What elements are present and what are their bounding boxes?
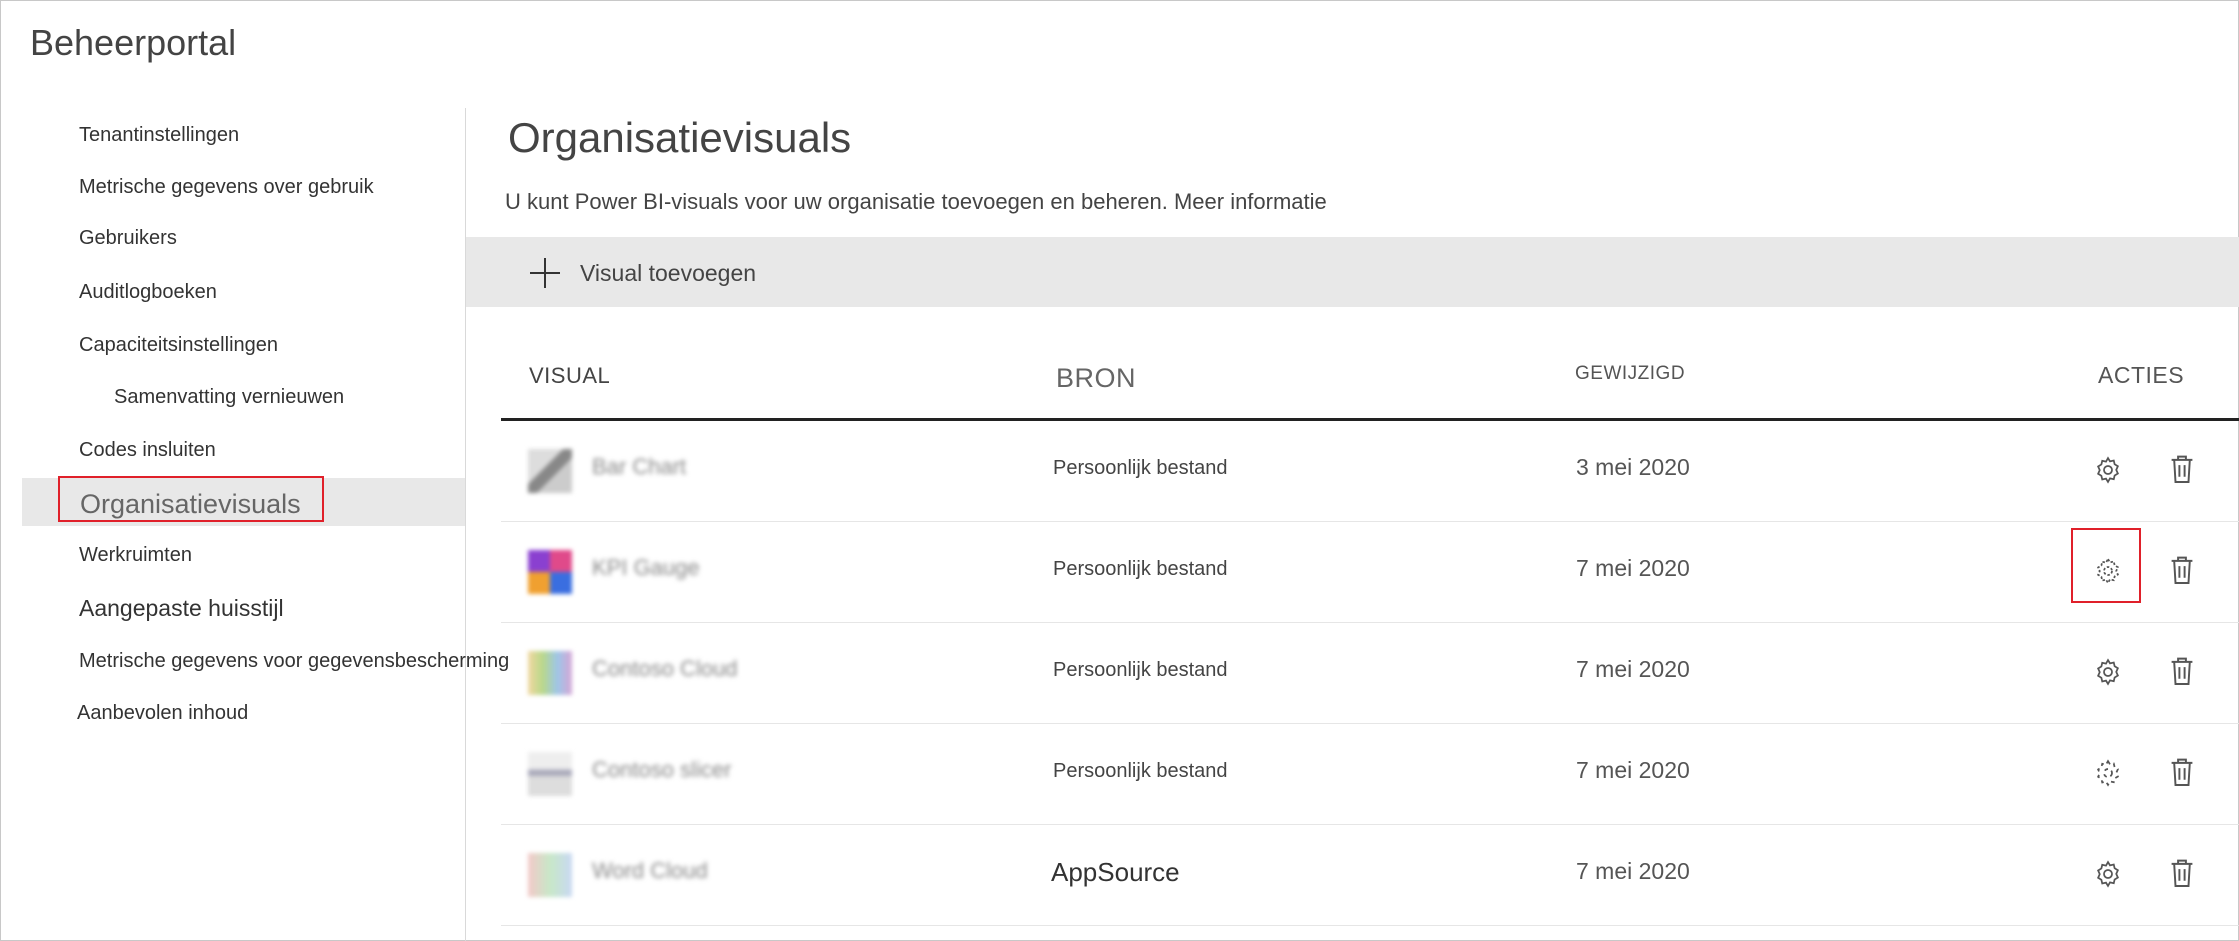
add-visual-label: Visual toevoegen [580, 259, 757, 286]
visual-thumbnail [528, 651, 572, 695]
sidebar-item-codes-insluiten[interactable]: Codes insluiten [79, 439, 216, 462]
description-text: U kunt Power BI-visuals voor uw organisa… [505, 189, 1168, 214]
sidebar-item-protection-metrics[interactable]: Metrische gegevens voor gegevensbescherm… [79, 650, 509, 673]
page-description: U kunt Power BI-visuals voor uw organisa… [505, 189, 1327, 215]
visual-source: Persoonlijk bestand [1053, 760, 1228, 782]
add-visual-button[interactable]: Visual toevoegen [530, 253, 756, 293]
sidebar-item-gebruikers[interactable]: Gebruikers [79, 227, 177, 250]
sidebar-item-auditlogboeken[interactable]: Auditlogboeken [79, 281, 217, 304]
visual-name: KPI Gauge [592, 555, 700, 580]
trash-icon[interactable] [2169, 554, 2195, 586]
visual-name: Contoso slicer [592, 757, 732, 782]
trash-icon[interactable] [2169, 756, 2195, 788]
visual-thumbnail [528, 752, 572, 796]
visual-thumbnail [528, 853, 572, 897]
gear-highlight-box [2071, 528, 2141, 603]
visual-thumbnail [528, 550, 572, 594]
trash-icon[interactable] [2169, 655, 2195, 687]
column-header-gewijzigd[interactable]: GEWIJZIGD [1575, 363, 1685, 385]
table-row: KPI Gauge Persoonlijk bestand 7 mei 2020 [501, 522, 2239, 623]
gear-icon[interactable] [2093, 657, 2123, 687]
table-row: Contoso slicer Persoonlijk bestand 7 mei… [501, 724, 2239, 825]
column-header-visual[interactable]: VISUAL [529, 363, 610, 389]
trash-icon[interactable] [2169, 453, 2195, 485]
visual-modified: 7 mei 2020 [1576, 757, 1690, 783]
visual-source: Persoonlijk bestand [1053, 457, 1228, 479]
visual-source: Persoonlijk bestand [1053, 558, 1228, 580]
sidebar-item-werkruimten[interactable]: Werkruimten [79, 544, 192, 567]
sidebar-item-aanbevolen-inhoud[interactable]: Aanbevolen inhoud [77, 702, 248, 725]
page-title: Organisatievisuals [508, 114, 852, 161]
column-header-acties: ACTIES [2098, 362, 2185, 388]
visual-modified: 3 mei 2020 [1576, 454, 1690, 480]
visual-modified: 7 mei 2020 [1576, 858, 1690, 884]
visual-name: Contoso Cloud [592, 656, 738, 681]
table-row: Contoso Cloud Persoonlijk bestand 7 mei … [501, 623, 2239, 724]
sidebar-item-organisatievisuals[interactable]: Organisatievisuals [58, 476, 324, 522]
sidebar-item-tenantinstellingen[interactable]: Tenantinstellingen [79, 124, 239, 147]
sidebar-item-samenvatting-vernieuwen[interactable]: Samenvatting vernieuwen [114, 386, 344, 409]
column-header-bron[interactable]: BRON [1056, 363, 1136, 394]
more-info-link[interactable]: Meer informatie [1174, 189, 1327, 214]
visual-modified: 7 mei 2020 [1576, 555, 1690, 581]
trash-icon[interactable] [2169, 857, 2195, 889]
gear-icon[interactable] [2093, 455, 2123, 485]
sidebar-item-capaciteitsinstellingen[interactable]: Capaciteitsinstellingen [79, 334, 278, 357]
sidebar-item-usage-metrics[interactable]: Metrische gegevens over gebruik [79, 176, 374, 199]
table-row: Bar Chart Persoonlijk bestand 3 mei 2020 [501, 421, 2239, 522]
table-row: Word Cloud AppSource 7 mei 2020 [501, 825, 2239, 926]
visual-name: Word Cloud [592, 858, 708, 883]
visual-source: Persoonlijk bestand [1053, 659, 1228, 681]
visual-thumbnail [528, 449, 572, 493]
portal-title: Beheerportal [30, 22, 237, 63]
visual-name: Bar Chart [592, 454, 687, 479]
visual-source: AppSource [1051, 857, 1180, 887]
gear-icon[interactable] [2093, 859, 2123, 889]
plus-icon [530, 258, 560, 288]
visual-modified: 7 mei 2020 [1576, 656, 1690, 682]
gear-icon[interactable] [2093, 758, 2123, 788]
sidebar-item-aangepaste-huisstijl[interactable]: Aangepaste huisstijl [79, 595, 284, 622]
